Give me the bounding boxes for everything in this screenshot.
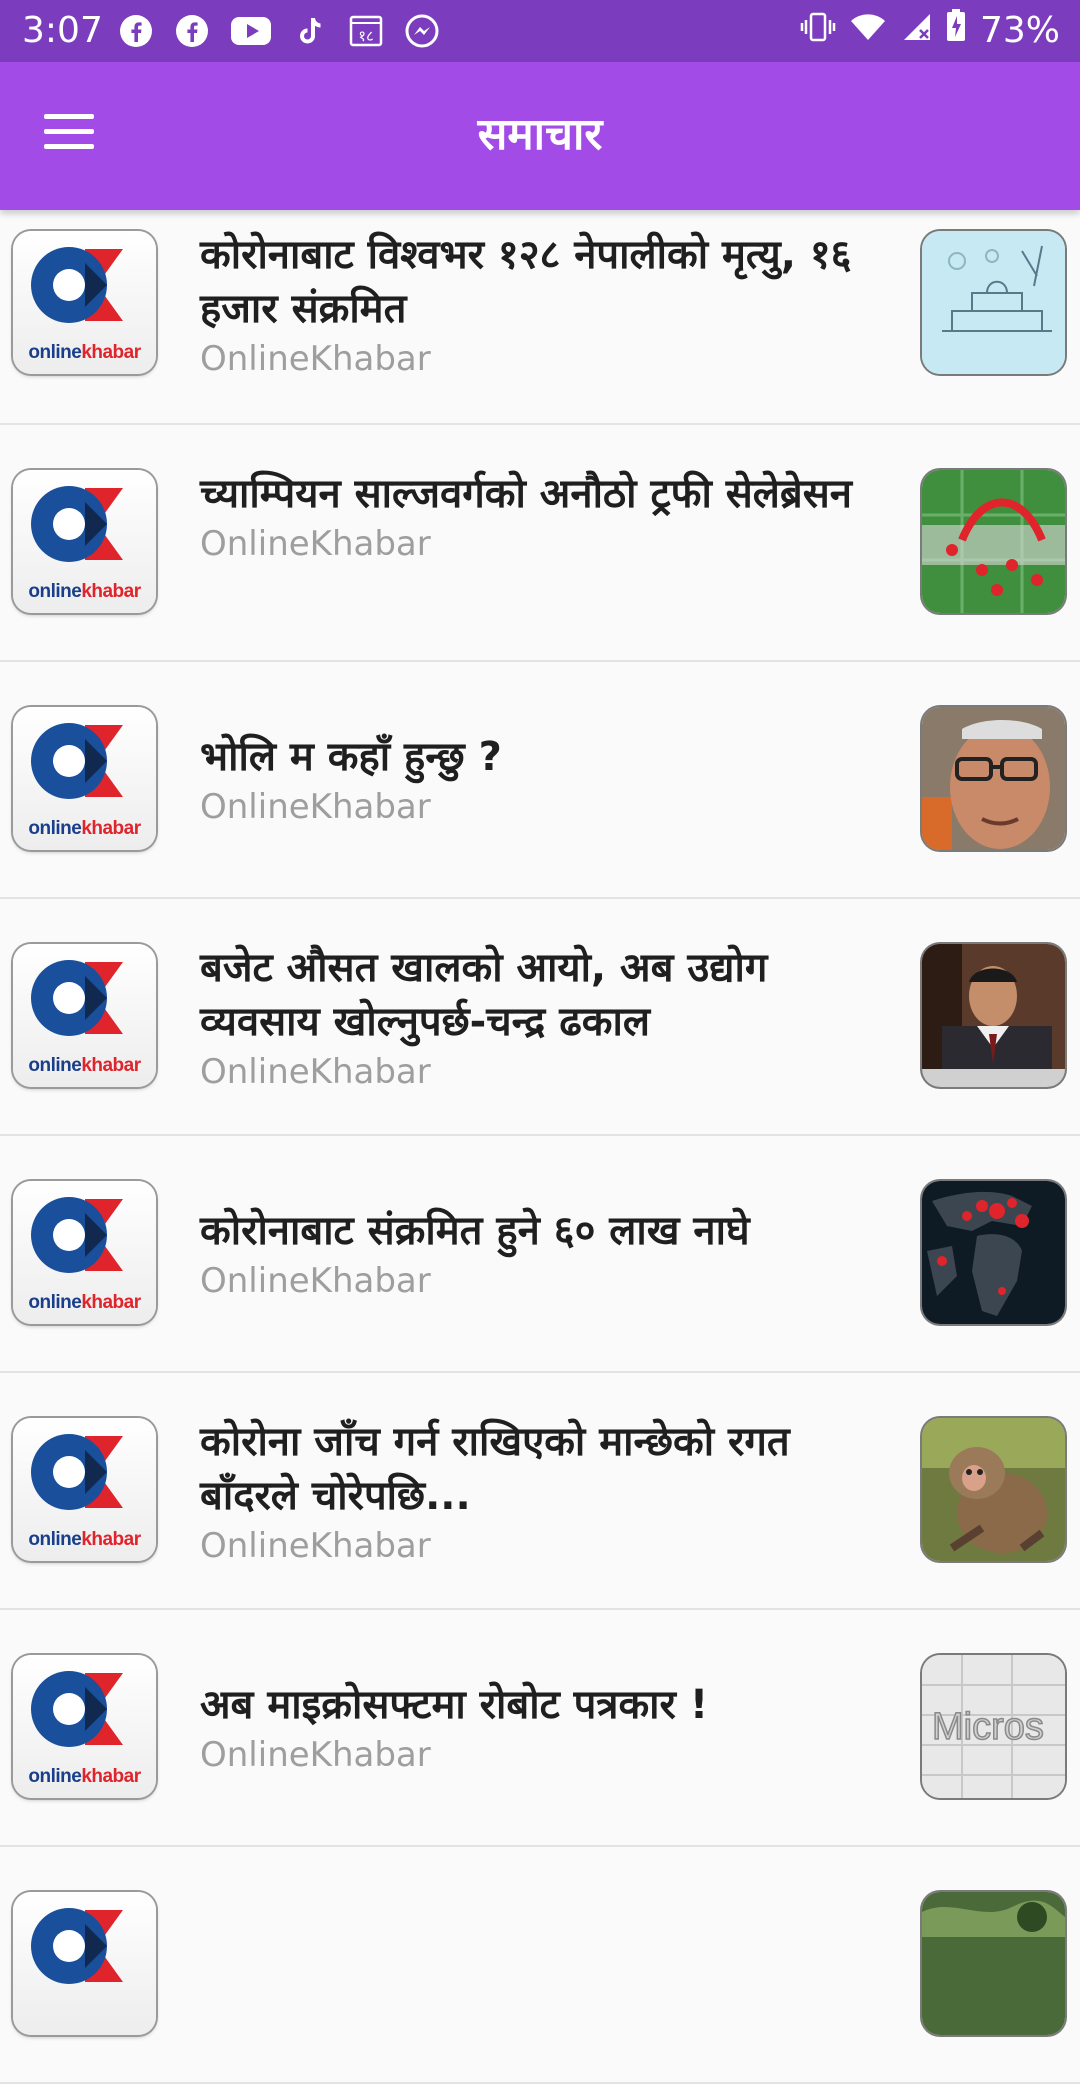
logo-text-online: online [28, 818, 82, 839]
signal-icon [900, 8, 932, 54]
news-item[interactable]: onlinekhabar अब माइक्रोसफ्टमा रोबोट पत्र… [0, 1610, 1080, 1847]
news-thumbnail [922, 1181, 1065, 1324]
news-item[interactable]: onlinekhabar कोरोनाबाट विश्वभर १२८ नेपाल… [0, 210, 1080, 425]
page-title: समाचार [477, 109, 603, 160]
logo-text-online: online [28, 1292, 82, 1313]
battery-percent: 73% [979, 10, 1060, 51]
news-source: OnlineKhabar [200, 1052, 431, 1092]
status-bar: 3:07 १८ 73% [0, 0, 1080, 62]
news-headline: अब माइक्रोसफ्टमा रोबोट पत्रकार ! [200, 1682, 709, 1728]
news-item[interactable]: onlinekhabar च्याम्पियन साल्जवर्गको अनौठ… [0, 425, 1080, 662]
facebook-icon [174, 13, 210, 49]
news-item[interactable]: onlinekhabar कोरोना जाँच गर्न राखिएको मा… [0, 1373, 1080, 1610]
logo-text-khabar: khabar [81, 818, 141, 839]
news-source: OnlineKhabar [200, 1735, 431, 1775]
logo-text-online: online [28, 1055, 82, 1076]
news-headline: कोरोनाबाट विश्वभर १२८ नेपालीको मृत्यु, १… [200, 232, 852, 332]
onlinekhabar-logo: onlinekhabar [13, 231, 156, 374]
onlinekhabar-logo: onlinekhabar [13, 1181, 156, 1324]
calendar-icon: १८ [348, 13, 384, 49]
facebook-icon [118, 13, 154, 49]
system-status: 73% [800, 8, 1060, 54]
news-headline: कोरोनाबाट संक्रमित हुने ६० लाख नाघे [200, 1208, 750, 1254]
news-item[interactable]: onlinekhabar कोरोनाबाट संक्रमित हुने ६० … [0, 1136, 1080, 1373]
news-thumbnail [922, 944, 1065, 1087]
news-thumbnail [922, 707, 1065, 850]
news-headline: भोलि म कहाँ हुन्छु ? [200, 734, 502, 780]
logo-text-khabar: khabar [81, 342, 141, 363]
news-item[interactable]: onlinekhabar भोलि म कहाँ हुन्छु ? Online… [0, 662, 1080, 899]
news-item[interactable]: onlinekhabar बजेट औसत खालको आयो, अब उद्य… [0, 899, 1080, 1136]
news-thumbnail [922, 470, 1065, 613]
onlinekhabar-logo: onlinekhabar [13, 1655, 156, 1798]
news-item[interactable] [0, 1847, 1080, 2084]
onlinekhabar-logo: onlinekhabar [13, 470, 156, 613]
news-thumbnail [922, 1418, 1065, 1561]
news-list: onlinekhabar कोरोनाबाट विश्वभर १२८ नेपाल… [0, 210, 1080, 2084]
logo-text-online: online [28, 342, 82, 363]
onlinekhabar-logo: onlinekhabar [13, 1418, 156, 1561]
notification-icons: १८ [118, 13, 440, 49]
logo-text-khabar: khabar [81, 581, 141, 602]
logo-text-online: online [28, 581, 82, 602]
wifi-icon [850, 8, 886, 54]
battery-charging-icon [946, 8, 966, 54]
news-headline: कोरोना जाँच गर्न राखिएको मान्छेको रगत बा… [200, 1419, 790, 1519]
news-thumbnail [922, 1892, 1065, 2035]
onlinekhabar-logo: onlinekhabar [13, 707, 156, 850]
news-headline: च्याम्पियन साल्जवर्गको अनौठो ट्रफी सेलेब… [200, 471, 852, 517]
calendar-date: १८ [358, 27, 374, 45]
logo-text-online: online [28, 1529, 82, 1550]
news-headline: बजेट औसत खालको आयो, अब उद्योग व्यवसाय खो… [200, 945, 768, 1045]
youtube-icon [230, 13, 272, 49]
onlinekhabar-logo: onlinekhabar [13, 944, 156, 1087]
news-source: OnlineKhabar [200, 1261, 431, 1301]
thumbnail-text: Micros [932, 1706, 1044, 1748]
onlinekhabar-logo [13, 1892, 156, 2035]
status-time: 3:07 [22, 10, 103, 51]
app-bar: समाचार [0, 62, 1080, 210]
logo-text-khabar: khabar [81, 1766, 141, 1787]
news-source: OnlineKhabar [200, 1526, 431, 1566]
news-thumbnail [922, 231, 1065, 374]
news-thumbnail: Micros [922, 1655, 1065, 1798]
news-source: OnlineKhabar [200, 524, 431, 564]
logo-text-online: online [28, 1766, 82, 1787]
logo-text-khabar: khabar [81, 1055, 141, 1076]
vibrate-icon [800, 8, 836, 54]
logo-text-khabar: khabar [81, 1529, 141, 1550]
tiktok-icon [292, 13, 328, 49]
news-source: OnlineKhabar [200, 339, 431, 379]
messenger-icon [404, 13, 440, 49]
logo-text-khabar: khabar [81, 1292, 141, 1313]
news-source: OnlineKhabar [200, 787, 431, 827]
